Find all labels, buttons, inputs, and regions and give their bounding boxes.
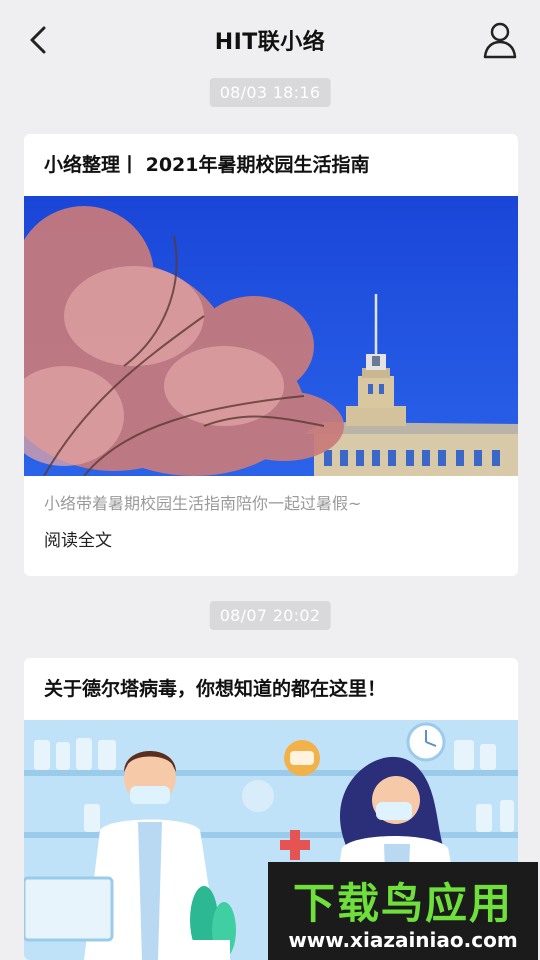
article-summary: 小络带着暑期校园生活指南陪你一起过暑假~ — [44, 494, 362, 513]
top-bar: HIT联小络 — [0, 0, 540, 80]
article-card[interactable]: 小络整理丨 2021年暑期校园生活指南 小络带着暑期校园生活指南陪你一起过暑假~… — [24, 134, 518, 576]
article-title: 关于德尔塔病毒，你想知道的都在这里！ — [44, 678, 387, 700]
message-timestamp: 08/03 18:16 — [209, 78, 331, 107]
watermark-logo-text: 下载鸟应用 — [292, 879, 513, 928]
watermark-url: www.xiazainiao.com — [288, 928, 518, 952]
watermark-banner: 下载鸟应用 www.xiazainiao.com — [268, 862, 538, 960]
page-title: HIT联小络 — [214, 30, 326, 55]
read-full-article-link[interactable]: 阅读全文 — [24, 516, 518, 564]
profile-icon[interactable] — [482, 20, 518, 60]
article-title: 小络整理丨 2021年暑期校园生活指南 — [44, 154, 370, 176]
message-timestamp: 08/07 20:02 — [209, 601, 331, 630]
article-cover-image — [24, 196, 518, 476]
